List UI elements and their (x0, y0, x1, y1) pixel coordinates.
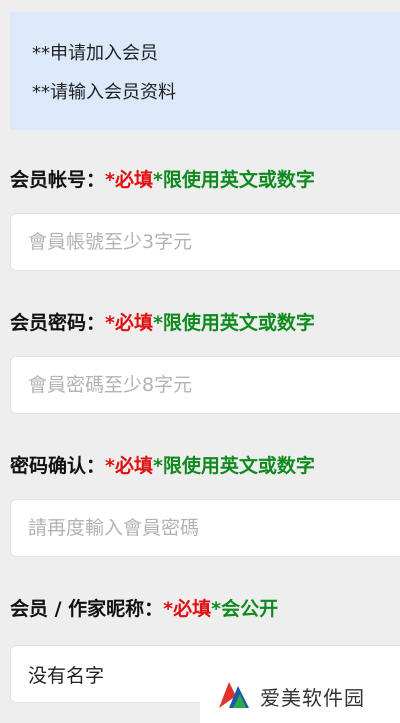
watermark-text: 爱美软件园 (260, 685, 365, 710)
password-field-label: 会员密码：*必填*限使用英文或数字 (10, 308, 315, 335)
watermark-logo-icon (219, 682, 249, 708)
hint-asterisk: * (152, 312, 163, 334)
required-text: 必填 (114, 312, 153, 334)
account-input[interactable] (10, 213, 400, 271)
hint-text: 限使用英文或数字 (162, 169, 315, 191)
hint-text: 限使用英文或数字 (162, 455, 315, 477)
required-asterisk: * (163, 598, 174, 620)
password-confirm-input[interactable] (10, 499, 400, 557)
required-asterisk: * (105, 169, 115, 191)
watermark: 爱美软件园 (200, 669, 400, 723)
hint-text: 会公开 (221, 598, 279, 620)
password-confirm-label-text: 密码确认： (10, 455, 106, 477)
required-asterisk: * (105, 312, 115, 334)
hint-asterisk: * (152, 169, 163, 191)
hint-asterisk: * (211, 598, 222, 620)
password-label-text: 会员密码： (10, 312, 106, 334)
password-input[interactable] (10, 356, 400, 414)
hint-text: 限使用英文或数字 (162, 312, 315, 334)
required-text: 必填 (114, 455, 153, 477)
required-text: 必填 (114, 169, 153, 191)
notice-line-enter-info: **请输入会员资料 (32, 82, 176, 103)
required-asterisk: * (105, 455, 115, 477)
password-confirm-field-label: 密码确认：*必填*限使用英文或数字 (10, 451, 315, 478)
hint-asterisk: * (152, 455, 163, 477)
account-field-label: 会员帐号：*必填*限使用英文或数字 (10, 165, 315, 192)
notice-box: **申请加入会员 **请输入会员资料 (10, 12, 400, 130)
notice-line-apply: **申请加入会员 (32, 43, 158, 64)
account-label-text: 会员帐号： (10, 169, 106, 191)
nickname-label-text: 会员 / 作家昵称： (10, 598, 164, 620)
required-text: 必填 (173, 598, 212, 620)
nickname-field-label: 会员 / 作家昵称：*必填*会公开 (10, 594, 278, 621)
